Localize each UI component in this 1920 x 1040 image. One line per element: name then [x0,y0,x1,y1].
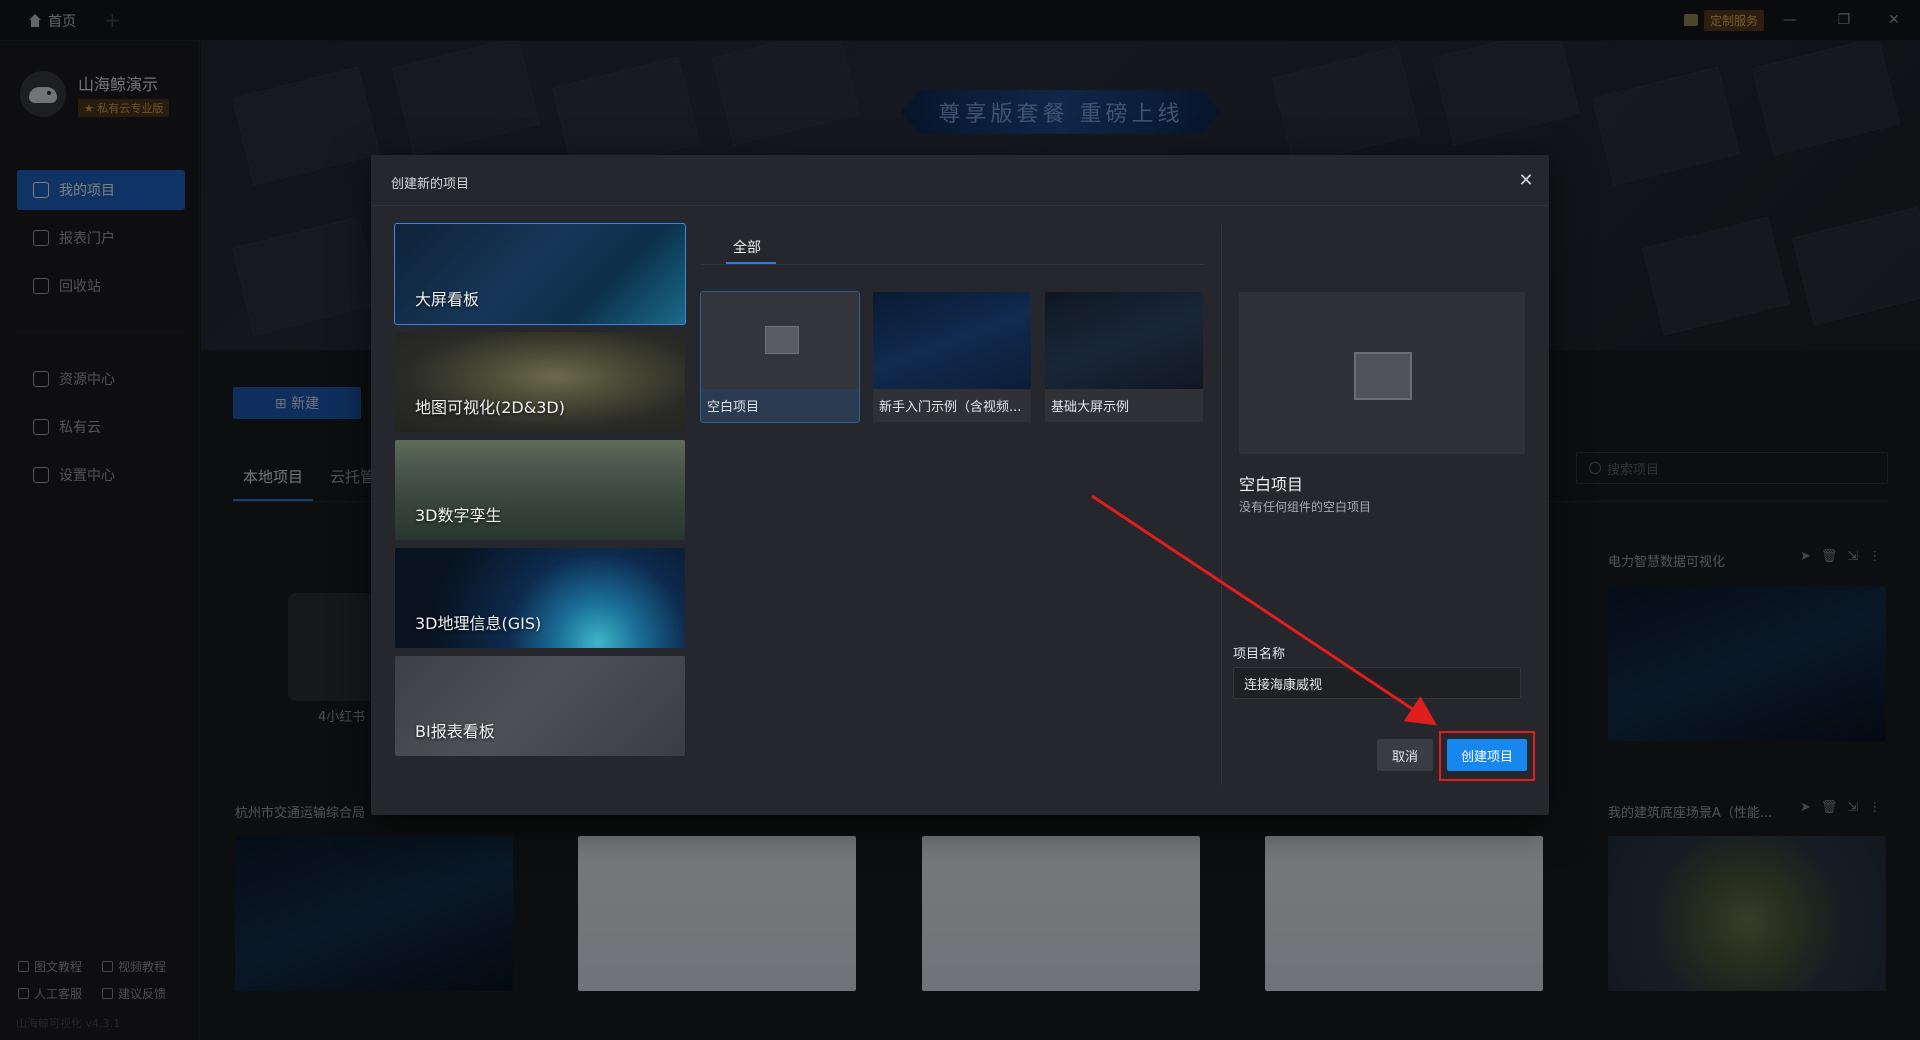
preview-description: 没有任何组件的空白项目 [1239,500,1372,514]
annotation-highlight-box [1439,731,1535,781]
dialog-divider [1221,225,1222,785]
category-label: 3D数字孪生 [415,506,502,525]
category-label: 3D地理信息(GIS) [415,614,542,633]
template-blank[interactable]: 空白项目 [700,291,860,423]
template-label: 新手入门示例（含视频... [879,400,1022,415]
template-label: 基础大屏示例 [1051,400,1130,415]
category-label: 大屏看板 [415,290,480,309]
cancel-button[interactable]: 取消 [1377,739,1433,771]
category-big-screen[interactable]: 大屏看板 [394,223,686,325]
template-thumbnail [873,292,1031,389]
category-label: 地图可视化(2D&3D) [415,398,565,417]
category-3d-digital-twin[interactable]: 3D数字孪生 [395,440,685,540]
template-thumbnail [701,292,859,389]
category-3d-gis[interactable]: 3D地理信息(GIS) [395,548,685,648]
category-label: BI报表看板 [415,722,495,741]
tab-all-templates[interactable]: 全部 [733,237,761,257]
template-basic-screen[interactable]: 基础大屏示例 [1045,292,1203,422]
template-thumbnail [1045,292,1203,389]
tabs-divider [701,264,1205,265]
project-name-label: 项目名称 [1233,647,1286,662]
template-beginner-example[interactable]: 新手入门示例（含视频... [873,292,1031,422]
create-project-dialog: 创建新的项目 ✕ 大屏看板 地图可视化(2D&3D) 3D数字孪生 3D地理信息… [371,155,1549,815]
template-preview [1239,292,1525,454]
template-label: 空白项目 [707,400,760,415]
close-icon[interactable]: ✕ [1515,169,1537,191]
blank-page-icon [765,326,799,354]
project-name-input[interactable]: 连接海康威视 [1233,667,1521,699]
preview-title: 空白项目 [1239,475,1304,494]
category-map-visualization[interactable]: 地图可视化(2D&3D) [395,332,685,432]
dialog-title: 创建新的项目 [391,177,470,192]
blank-page-icon [1354,352,1412,400]
dialog-header-divider [371,205,1549,206]
category-bi-report[interactable]: BI报表看板 [395,656,685,756]
